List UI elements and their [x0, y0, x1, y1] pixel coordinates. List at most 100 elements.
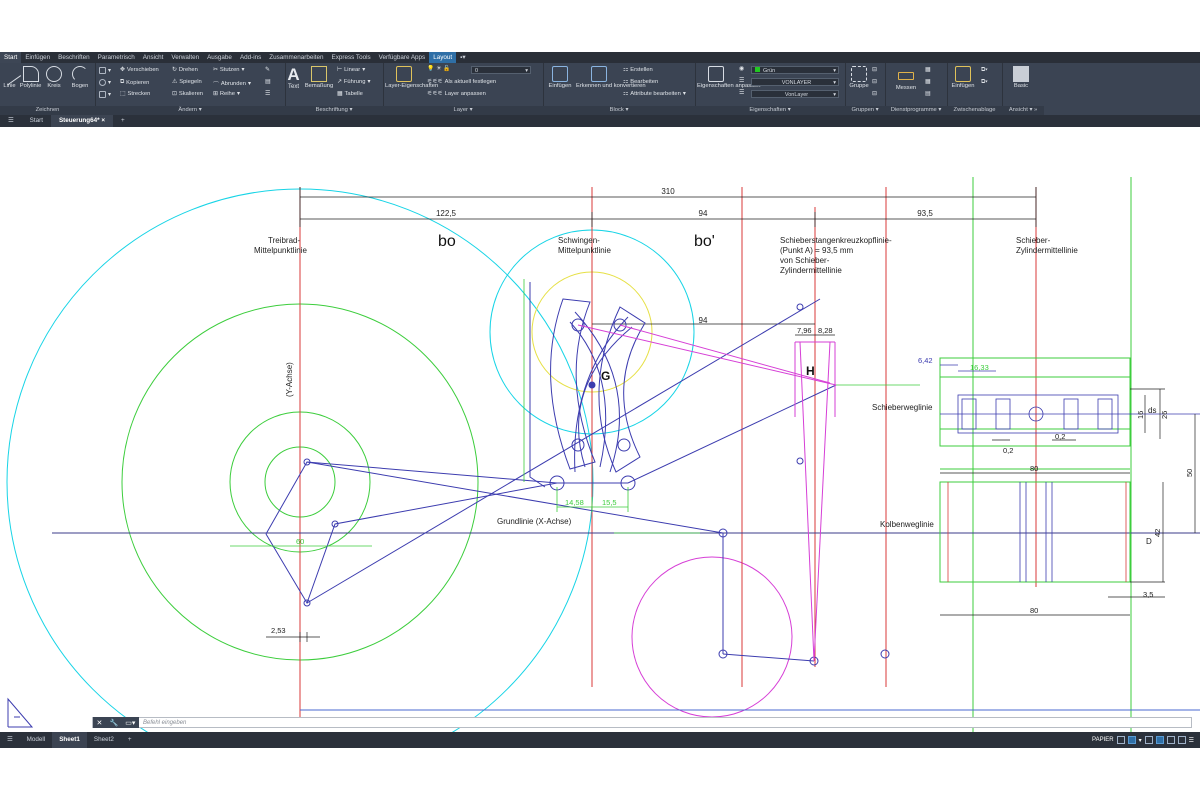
- utility-icon[interactable]: ▦: [925, 79, 930, 85]
- circle-tool[interactable]: Kreis: [45, 66, 63, 89]
- dim-4: 94: [699, 316, 708, 325]
- measure-tool[interactable]: Messen: [891, 68, 921, 91]
- drawing-canvas[interactable]: 310 122,5 94 93,5 94 Treibrad- Mittelpun…: [0, 127, 1200, 732]
- paste-tool[interactable]: Einfügen: [949, 66, 977, 89]
- tab-ausgabe[interactable]: Ausgabe: [203, 52, 236, 63]
- arc-tool[interactable]: Bogen: [69, 66, 91, 89]
- copy-clip-icon[interactable]: ⧉▾: [981, 67, 988, 74]
- cut-clip-icon[interactable]: ⧉▾: [981, 79, 988, 86]
- osnap-icon[interactable]: [1144, 736, 1153, 744]
- view-basic-tool[interactable]: Basic: [1006, 66, 1036, 89]
- color-palette-icon[interactable]: ◉: [739, 66, 744, 72]
- command-input[interactable]: Befehl eingeben: [139, 720, 186, 726]
- doc-tab-current[interactable]: Steuerung64* ×: [50, 115, 113, 127]
- rotate-button[interactable]: ↻ Drehen: [172, 67, 198, 73]
- tab-parametrisch[interactable]: Parametrisch: [94, 52, 139, 63]
- eccentric-circle: [631, 556, 793, 718]
- detect-convert-tool[interactable]: Erkennen und konvertieren: [576, 66, 646, 89]
- tab-layout[interactable]: Layout: [429, 52, 457, 63]
- group-tool[interactable]: Gruppe: [848, 66, 870, 89]
- utility-icon[interactable]: ▦: [925, 67, 930, 73]
- calculator-icon[interactable]: ▤: [925, 91, 930, 97]
- group-aendern: ▾ ▾ ▾ ✥ Verschieben ↻ Drehen ✂ Stutzen ▾ ⧉ K…: [95, 63, 286, 115]
- layout-tab-sheet2[interactable]: Sheet2: [87, 732, 121, 748]
- group-zeichnen: Linie Polylinie Kreis Bogen Zeichnen: [0, 62, 96, 115]
- track-icon[interactable]: [1155, 736, 1164, 744]
- text-tool[interactable]: A Text: [286, 65, 301, 90]
- list-icon[interactable]: ☰: [265, 91, 270, 97]
- close-icon[interactable]: ×: [101, 117, 105, 124]
- prompt-icon[interactable]: ▭▾: [125, 719, 135, 727]
- group-small-icon[interactable]: ⊟: [872, 79, 877, 85]
- line-tool[interactable]: Linie: [0, 62, 21, 89]
- customize-icon[interactable]: ☰: [1189, 737, 1194, 744]
- space-indicator[interactable]: PAPIER: [1092, 737, 1114, 743]
- polyline-tool[interactable]: Polylinie: [18, 66, 43, 89]
- edit-attributes-button[interactable]: ⚏ Attribute bearbeiten ▾: [623, 91, 686, 97]
- layer-state-icons[interactable]: 💡 ☀ 🔓: [427, 66, 451, 72]
- leader-button[interactable]: ↗ Führung ▾: [337, 79, 370, 85]
- move-button[interactable]: ✥ Verschieben: [120, 67, 159, 73]
- close-icon[interactable]: ✕: [97, 719, 103, 727]
- dim-2: 94: [699, 209, 708, 218]
- add-layout-icon[interactable]: +: [121, 732, 139, 748]
- tab-beschriften[interactable]: Beschriften: [54, 52, 94, 63]
- ellipse-icon[interactable]: [99, 79, 106, 86]
- insert-block-tool[interactable]: Einfügen: [545, 66, 575, 89]
- cad-drawing[interactable]: 310 122,5 94 93,5 94 Treibrad- Mittelpun…: [0, 127, 1200, 732]
- hatch-icon[interactable]: [99, 91, 106, 98]
- layout-tab-sheet1[interactable]: Sheet1: [52, 732, 87, 748]
- hamburger-icon[interactable]: ☰: [0, 732, 20, 748]
- copy-button[interactable]: ⧉ Kopieren: [120, 79, 149, 86]
- tab-verwalten[interactable]: Verwalten: [167, 52, 203, 63]
- mirror-button[interactable]: ⚠ Spiegeln: [172, 79, 202, 85]
- rectangle-icon[interactable]: [99, 67, 106, 74]
- layers-icon[interactable]: ▤: [265, 79, 270, 85]
- new-tab-icon[interactable]: +: [113, 115, 133, 127]
- tab-apps[interactable]: Verfügbare Apps: [375, 52, 430, 63]
- table-button[interactable]: ▦ Tabelle: [337, 91, 363, 97]
- create-block-button[interactable]: ⚏ Erstellen: [623, 67, 653, 73]
- ortho-icon[interactable]: [1116, 736, 1125, 744]
- tab-start[interactable]: Start: [0, 52, 22, 63]
- match-layer-button[interactable]: ⚟⚟⚟ Layer anpassen: [427, 91, 486, 97]
- polar-icon[interactable]: [1127, 736, 1136, 744]
- layout-tab-modell[interactable]: Modell: [20, 732, 53, 748]
- command-line[interactable]: ✕ 🔧 ▭▾ Befehl eingeben: [92, 717, 1192, 728]
- group-small-icon[interactable]: ⊟: [872, 91, 877, 97]
- tab-einfuegen[interactable]: Einfügen: [21, 52, 54, 63]
- tab-more-icon[interactable]: ▪▾: [456, 52, 469, 63]
- wrench-icon[interactable]: 🔧: [109, 719, 118, 727]
- group-gruppen: Gruppe ⊟ ⊟ ⊟ Gruppen ▾: [845, 63, 886, 115]
- fullscreen-icon[interactable]: [1177, 736, 1186, 744]
- dim-19: 14,58: [565, 498, 584, 507]
- linear-button[interactable]: ⊢ Linear ▾: [337, 67, 365, 73]
- doc-tab-start[interactable]: Start: [22, 115, 51, 127]
- tab-addins[interactable]: Add-ins: [236, 52, 265, 63]
- layer-dropdown[interactable]: 0 ▾: [471, 66, 531, 74]
- label-G: G: [601, 369, 610, 383]
- chevron-down-icon[interactable]: ▾: [1139, 737, 1142, 744]
- stretch-button[interactable]: ⬚ Strecken: [120, 91, 150, 97]
- tab-express-tools[interactable]: Express Tools: [328, 52, 375, 63]
- dim-11: 80: [1030, 464, 1038, 473]
- arc-icon: [72, 66, 88, 82]
- group-small-icon[interactable]: ⊟: [872, 67, 877, 73]
- linetype-dropdown[interactable]: VONLAYER ▾: [751, 78, 839, 86]
- menu-icon[interactable]: ☰: [0, 115, 22, 127]
- fillet-button[interactable]: ⌒ Abrunden ▾: [213, 79, 251, 89]
- color-dropdown[interactable]: Grün ▾: [751, 66, 839, 74]
- match-properties-tool[interactable]: Eigenschaften anpassen: [697, 66, 761, 89]
- lineweight-icon[interactable]: [1166, 736, 1175, 744]
- layer-properties-tool[interactable]: Layer-Eigenschaften: [385, 66, 438, 89]
- tab-zusammenarbeiten[interactable]: Zusammenarbeiten: [265, 52, 327, 63]
- pen-icon[interactable]: ✎: [265, 67, 270, 73]
- edit-block-button[interactable]: ⚏ Bearbeiten: [623, 79, 658, 85]
- scale-button[interactable]: ⊡ Skalieren: [172, 91, 203, 97]
- array-button[interactable]: ⊞ Reihe ▾: [213, 91, 240, 97]
- tab-ansicht[interactable]: Ansicht: [139, 52, 168, 63]
- lineweight-dropdown[interactable]: VonLayer ▾: [751, 90, 839, 98]
- set-current-button[interactable]: ⚟⚟⚟ Als aktuell festlegen: [427, 79, 496, 85]
- trim-button[interactable]: ✂ Stutzen ▾: [213, 67, 244, 73]
- dimension-tool[interactable]: Bemaßung: [303, 66, 335, 89]
